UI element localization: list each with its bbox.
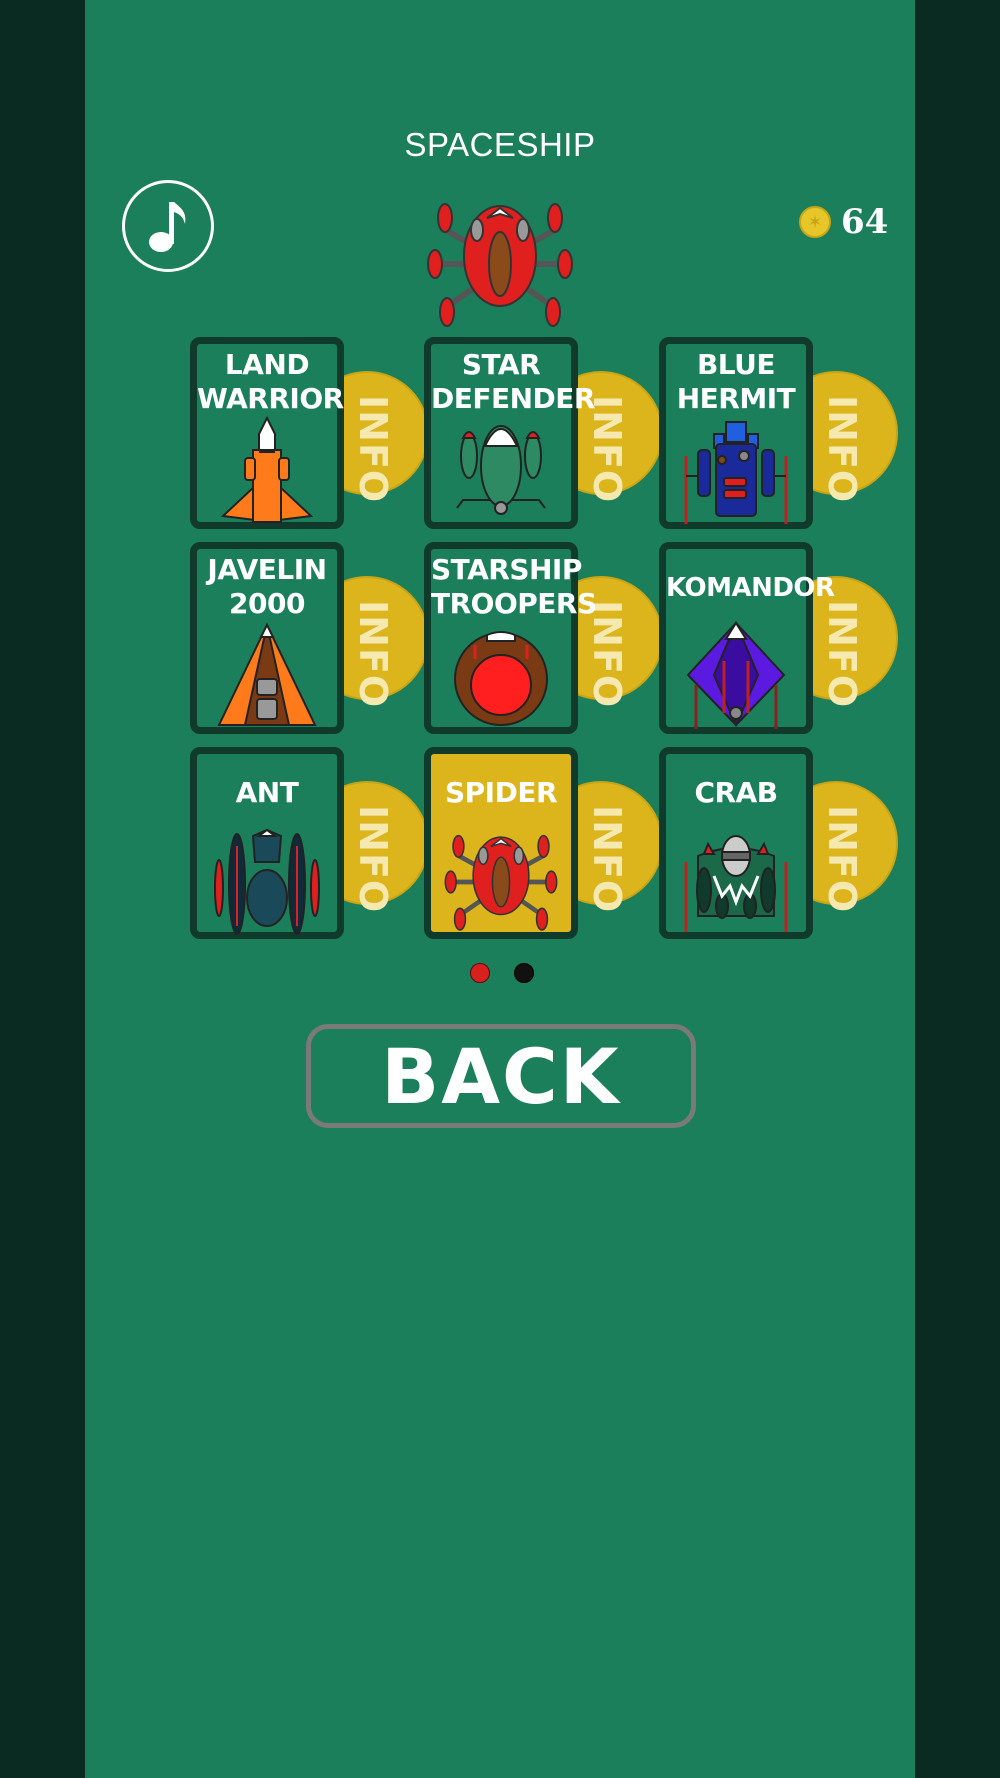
coin-icon: ✶ — [799, 206, 831, 238]
land-warrior-ship-icon — [220, 416, 314, 523]
ship-name-line2: 2000 — [229, 587, 305, 620]
blue-hermit-ship-icon — [684, 421, 788, 524]
ship-card-star-defender[interactable]: STAR DEFENDER — [424, 337, 596, 529]
info-label: INFO — [351, 805, 395, 914]
ship-name-line2: TROOPERS — [431, 587, 597, 620]
ship-name-line1: LAND — [224, 348, 310, 381]
info-label: INFO — [585, 805, 629, 914]
ship-name-line1: CRAB — [694, 776, 778, 809]
ship-slot-spider: INFO SPIDER — [424, 747, 663, 939]
page-indicator — [470, 963, 534, 983]
game-screen: SPACESHIP ✶ 64 INFO LAND WARRIOR INFO ST… — [85, 0, 915, 1778]
back-button[interactable]: BACK — [306, 1024, 696, 1128]
ship-card-land-warrior[interactable]: LAND WARRIOR — [190, 337, 344, 529]
coin-count: 64 — [841, 202, 889, 242]
crab-ship-icon — [684, 835, 788, 932]
star-defender-ship-icon — [456, 425, 546, 515]
ship-name-line1: KOMANDOR — [666, 573, 835, 603]
ship-name-line1: STAR — [461, 348, 541, 381]
info-label: INFO — [820, 600, 864, 709]
ship-name-line2: DEFENDER — [431, 382, 596, 415]
spider-ship-icon — [444, 834, 558, 931]
starship-troopers-ship-icon — [454, 631, 548, 726]
javelin-2000-ship-icon — [217, 622, 317, 726]
ship-name-line1: ANT — [235, 776, 299, 809]
ship-name-line1: BLUE — [696, 348, 776, 381]
ship-name-line1: STARSHIP — [431, 553, 582, 586]
ship-slot-blue-hermit: INFO BLUE HERMIT — [659, 337, 898, 529]
back-button-label: BACK — [381, 1031, 621, 1121]
ship-name-line2: HERMIT — [676, 382, 796, 415]
ship-name-line1: SPIDER — [444, 776, 558, 809]
info-label: INFO — [820, 805, 864, 914]
page-dot-2[interactable] — [514, 963, 534, 983]
ship-slot-ant: INFO ANT — [190, 747, 429, 939]
ship-name-line2: WARRIOR — [197, 382, 344, 415]
info-label: INFO — [820, 395, 864, 504]
ship-name-line1: JAVELIN — [207, 553, 327, 586]
music-toggle-button[interactable] — [122, 180, 214, 272]
selected-ship-preview-icon — [427, 203, 573, 327]
page-title: SPACESHIP — [404, 126, 596, 163]
coin-counter: ✶ 64 — [799, 205, 888, 239]
ship-card-blue-hermit[interactable]: BLUE HERMIT — [659, 337, 813, 529]
ship-card-komandor[interactable]: KOMANDOR — [659, 542, 835, 734]
ship-slot-land-warrior: INFO LAND WARRIOR — [190, 337, 429, 529]
ant-ship-icon — [214, 828, 320, 935]
info-label: INFO — [351, 600, 395, 709]
ship-card-javelin-2000[interactable]: JAVELIN 2000 — [190, 542, 344, 734]
ship-card-ant[interactable]: ANT — [190, 747, 344, 939]
info-label: INFO — [351, 395, 395, 504]
ship-slot-komandor: INFO KOMANDOR — [659, 542, 898, 734]
ship-card-spider[interactable]: SPIDER — [424, 747, 578, 939]
ship-slot-starship-troopers: INFO STARSHIP TROOPERS — [424, 542, 663, 734]
ship-card-starship-troopers[interactable]: STARSHIP TROOPERS — [424, 542, 597, 734]
ship-slot-javelin-2000: INFO JAVELIN 2000 — [190, 542, 429, 734]
page-dot-1[interactable] — [470, 963, 490, 983]
ship-slot-crab: INFO CRAB — [659, 747, 898, 939]
ship-card-crab[interactable]: CRAB — [659, 747, 813, 939]
ship-slot-star-defender: INFO STAR DEFENDER — [424, 337, 663, 529]
komandor-ship-icon — [686, 621, 786, 729]
music-note-icon — [149, 202, 186, 252]
